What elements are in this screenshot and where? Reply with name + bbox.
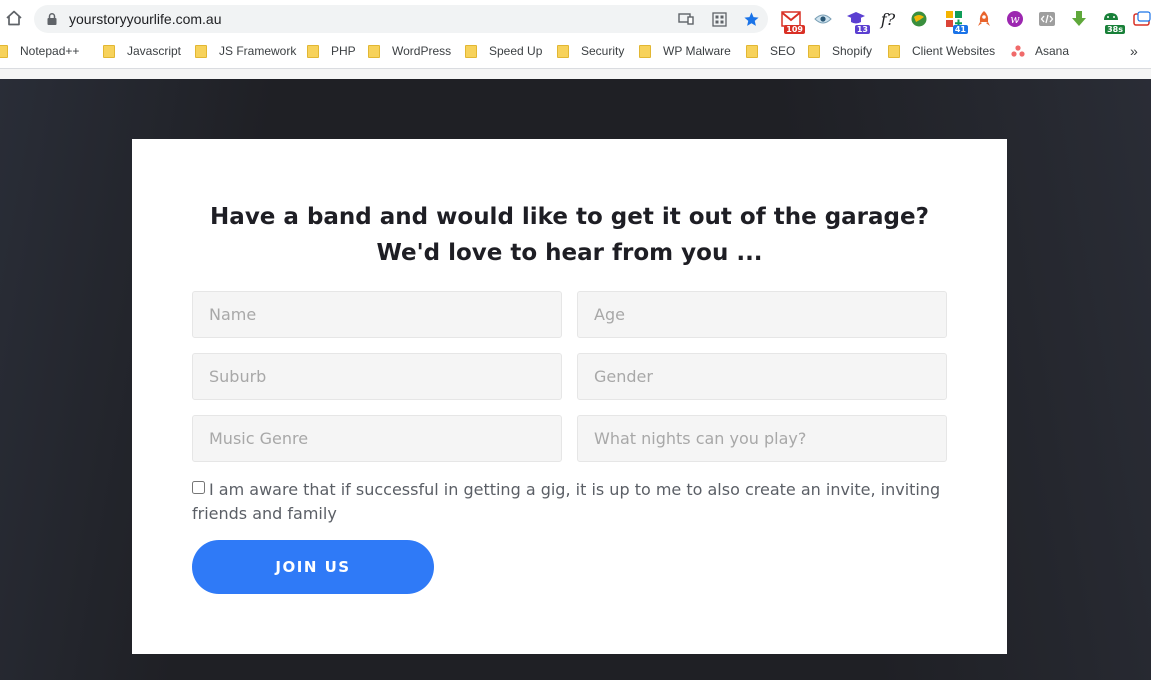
bookmark-javascript[interactable]: Javascript [103,42,181,60]
folder-icon [808,44,820,58]
folder-icon [639,44,651,58]
bookmarks-bar: Notepad++ Javascript JS Framework PHP Wo… [0,38,1151,64]
eye-icon[interactable] [812,8,834,30]
code-icon[interactable] [1036,8,1058,30]
signup-card: Have a band and would like to get it out… [132,139,1007,654]
bookmark-js-framework[interactable]: JS Framework [195,42,296,60]
bookmark-star-icon[interactable] [742,10,760,28]
bookmark-label: WordPress [392,44,452,58]
consent-checkbox[interactable] [192,481,205,494]
bookmarks-overflow-button[interactable]: » [1130,42,1138,60]
bookmark-label: JS Framework [219,44,297,58]
globe-icon[interactable] [908,8,930,30]
folder-icon [307,44,319,58]
gmail-extension-icon[interactable]: 109 [780,8,805,34]
android-badge: 38s [1105,25,1125,34]
browser-toolbar: yourstoryyourlife.com.au 109 13 f? 41 w [0,0,1151,38]
gmail-badge: 109 [784,25,805,34]
bookmark-notepad[interactable]: Notepad++ [0,42,79,60]
address-bar[interactable]: yourstoryyourlife.com.au [34,5,768,33]
bookmark-label: Shopify [832,44,873,58]
suburb-input[interactable] [192,353,562,400]
bookmark-wordpress[interactable]: WordPress [368,42,451,60]
bookmark-label: Client Websites [912,44,996,58]
bookmark-shopify[interactable]: Shopify [808,42,872,60]
bookmark-seo[interactable]: SEO [746,42,795,60]
android-icon[interactable]: 38s [1100,8,1125,34]
folder-icon [0,44,8,58]
window-icon[interactable] [1131,8,1151,30]
lock-icon [47,13,57,25]
bookmark-label: Security [581,44,625,58]
gender-input[interactable] [577,353,947,400]
bookmark-speed-up[interactable]: Speed Up [465,42,542,60]
rocket-icon[interactable] [973,8,995,30]
folder-icon [195,44,207,58]
bookmark-security[interactable]: Security [557,42,624,60]
consent-row: I am aware that if successful in getting… [192,478,952,526]
nights-input[interactable] [577,415,947,462]
graduation-cap-icon[interactable]: 13 [845,8,870,34]
folder-icon [557,44,569,58]
download-arrow-icon[interactable] [1068,8,1090,30]
asana-icon [1011,45,1025,57]
url-text: yourstoryyourlife.com.au [69,11,222,27]
heading-line-2: We'd love to hear from you ... [376,240,763,266]
cast-icon[interactable] [677,10,695,28]
svg-text:w: w [1010,13,1020,26]
form-heading: Have a band and would like to get it out… [132,199,1007,271]
folder-icon [368,44,380,58]
bookmark-label: Javascript [127,44,182,58]
folder-icon [746,44,758,58]
bookmark-label: Speed Up [489,44,543,58]
w-circle-icon[interactable]: w [1004,8,1026,30]
bookmark-label: WP Malware [663,44,731,58]
bookmark-php[interactable]: PHP [307,42,356,60]
font-f-icon[interactable]: f? [877,8,899,30]
join-us-button[interactable]: JOIN US [192,540,434,594]
music-genre-input[interactable] [192,415,562,462]
age-input[interactable] [577,291,947,338]
bookmark-label: PHP [331,44,356,58]
bookmark-label: Notepad++ [20,44,80,58]
bookmark-asana[interactable]: Asana [1011,42,1069,60]
qr-code-icon[interactable] [710,10,728,28]
folder-icon [465,44,477,58]
chrome-divider [0,68,1151,79]
cap-badge: 13 [854,25,870,34]
bookmark-client-websites[interactable]: Client Websites [888,42,995,60]
page-background: Have a band and would like to get it out… [0,79,1151,680]
plus-grid-icon[interactable]: 41 [943,8,968,34]
home-icon[interactable] [4,8,24,28]
folder-icon [888,44,900,58]
consent-label: I am aware that if successful in getting… [192,480,941,523]
name-input[interactable] [192,291,562,338]
plus-badge: 41 [952,25,968,34]
bookmark-wp-malware[interactable]: WP Malware [639,42,731,60]
heading-line-1: Have a band and would like to get it out… [210,204,929,230]
bookmark-label: Asana [1035,44,1070,58]
folder-icon [103,44,115,58]
bookmark-label: SEO [770,44,796,58]
